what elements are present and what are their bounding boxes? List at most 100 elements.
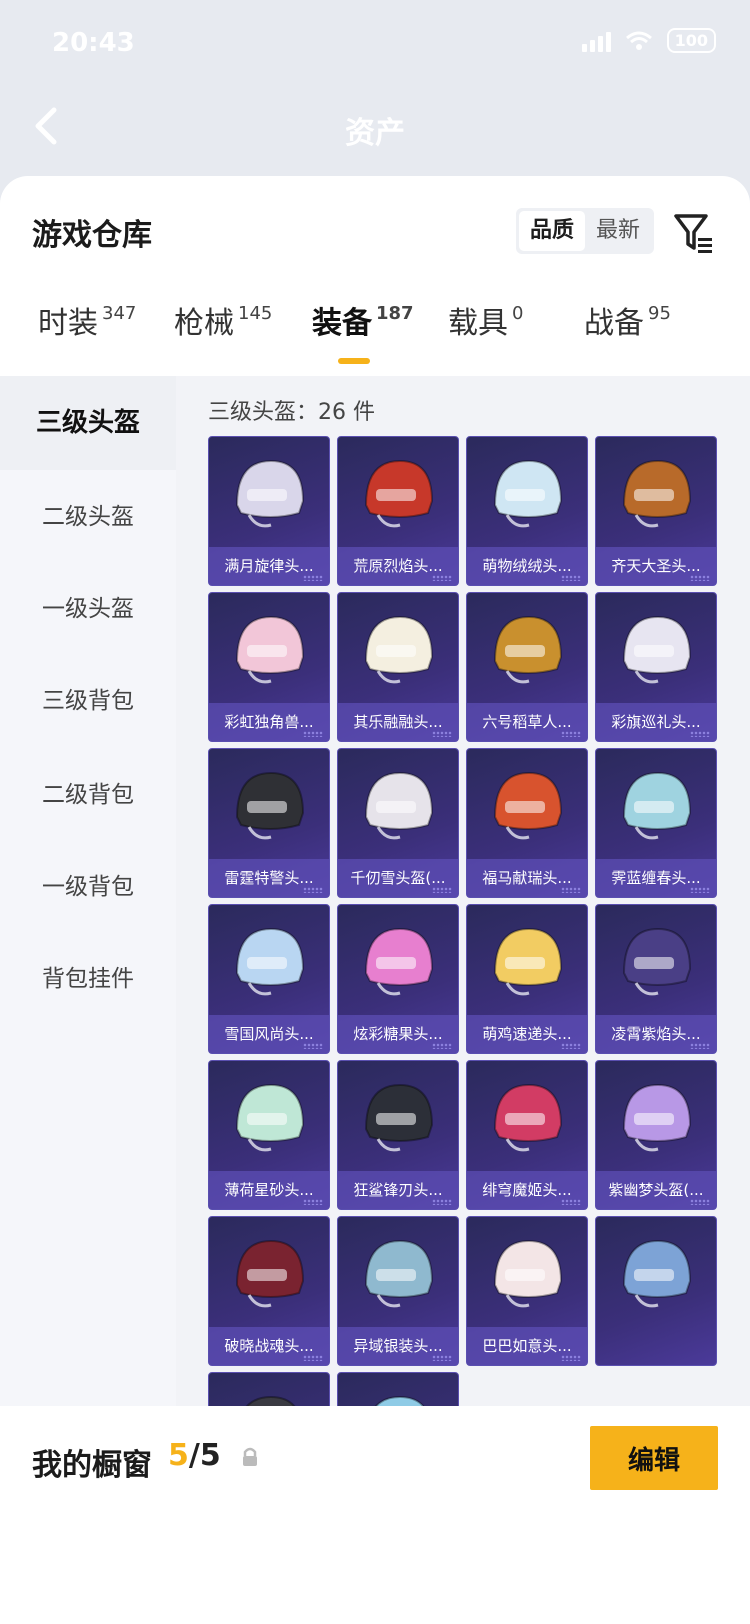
item-grid: 满月旋律头... 荒原烈焰头... 萌物绒绒头... 齐天大圣头... 彩虹独角兽...… — [208, 436, 718, 1426]
status-time: 20:43 — [52, 28, 135, 58]
card-decoration — [561, 575, 581, 581]
sort-toggle: 品质 最新 — [516, 208, 654, 254]
category-item-level3-backpack[interactable]: 三级背包 — [0, 654, 176, 748]
helmet-icon — [364, 1083, 434, 1152]
item-card[interactable]: 绯穹魔姬头... — [466, 1060, 588, 1210]
page-title: 资产 — [345, 116, 405, 151]
helmet-icon — [364, 1239, 434, 1308]
item-card[interactable]: 满月旋律头... — [208, 436, 330, 586]
showcase-total: /5 — [188, 1438, 221, 1473]
sort-option-newest[interactable]: 最新 — [585, 211, 651, 251]
helmet-icon — [493, 927, 563, 996]
item-card[interactable]: 破晓战魂头... — [208, 1216, 330, 1366]
helmet-icon — [622, 459, 692, 528]
helmet-icon — [622, 771, 692, 840]
item-card[interactable]: 彩虹独角兽... — [208, 592, 330, 742]
card-decoration — [432, 1043, 452, 1049]
tab-count: 95 — [648, 303, 671, 324]
filter-button[interactable] — [672, 210, 716, 254]
sort-option-quality[interactable]: 品质 — [519, 211, 585, 251]
card-decoration — [432, 1199, 452, 1205]
tab-active-indicator — [338, 358, 370, 364]
item-content: 三级头盔：26 件 满月旋律头... 荒原烈焰头... 萌物绒绒头... 齐天大圣头.… — [176, 376, 750, 1426]
category-item-level1-backpack[interactable]: 一级背包 — [0, 840, 176, 934]
category-item-level1-helmet[interactable]: 一级头盔 — [0, 562, 176, 656]
helmet-icon — [364, 771, 434, 840]
item-card[interactable]: 六号稻草人... — [466, 592, 588, 742]
category-list: 三级头盔 二级头盔 一级头盔 三级背包 二级背包 一级背包 背包挂件 — [0, 376, 176, 1426]
item-card[interactable]: 紫幽梦头盔(... — [595, 1060, 717, 1210]
helmet-icon — [622, 1239, 692, 1308]
category-item-level2-helmet[interactable]: 二级头盔 — [0, 470, 176, 564]
item-card[interactable]: 萌物绒绒头... — [466, 436, 588, 586]
item-card[interactable]: 福马献瑞头... — [466, 748, 588, 898]
helmet-icon — [622, 1083, 692, 1152]
tab-fashion[interactable]: 时装 347 — [38, 298, 136, 342]
card-decoration — [303, 575, 323, 581]
status-icons: 100 — [581, 28, 716, 53]
helmet-icon — [235, 615, 305, 684]
helmet-icon — [364, 459, 434, 528]
tab-vehicles[interactable]: 载具 0 — [448, 298, 523, 342]
filter-icon — [674, 214, 712, 253]
card-decoration — [432, 1355, 452, 1361]
card-decoration — [690, 1043, 710, 1049]
tab-count: 347 — [102, 303, 137, 324]
item-card[interactable]: 荒原烈焰头... — [337, 436, 459, 586]
category-item-level2-backpack[interactable]: 二级背包 — [0, 748, 176, 842]
tab-equipment[interactable]: 装备 187 — [312, 298, 414, 342]
card-decoration — [690, 731, 710, 737]
category-item-level3-helmet[interactable]: 三级头盔 — [0, 376, 176, 470]
tab-guns[interactable]: 枪械 145 — [174, 298, 272, 342]
card-decoration — [690, 1199, 710, 1205]
card-decoration — [303, 1355, 323, 1361]
tab-gear[interactable]: 战备 95 — [584, 298, 671, 342]
item-card[interactable]: 萌鸡速递头... — [466, 904, 588, 1054]
tab-label: 载具 — [448, 306, 508, 341]
card-decoration — [690, 887, 710, 893]
category-item-backpack-pendant[interactable]: 背包挂件 — [0, 932, 176, 1026]
item-card[interactable]: 薄荷星砂头... — [208, 1060, 330, 1210]
helmet-icon — [622, 615, 692, 684]
item-card[interactable]: 巴巴如意头... — [466, 1216, 588, 1366]
signal-icon — [581, 30, 611, 52]
item-card[interactable]: 炫彩糖果头... — [337, 904, 459, 1054]
card-decoration — [561, 1199, 581, 1205]
helmet-icon — [235, 1239, 305, 1308]
item-card[interactable]: 霁蓝缠春头... — [595, 748, 717, 898]
item-card[interactable]: 雷霆特警头... — [208, 748, 330, 898]
helmet-icon — [493, 1239, 563, 1308]
card-decoration — [561, 1043, 581, 1049]
helmet-icon — [493, 1083, 563, 1152]
item-card[interactable]: 异域银装头... — [337, 1216, 459, 1366]
card-decoration — [432, 731, 452, 737]
helmet-icon — [364, 927, 434, 996]
showcase-current: 5 — [168, 1438, 189, 1473]
item-card[interactable]: 其乐融融头... — [337, 592, 459, 742]
sheet-title: 游戏仓库 — [32, 218, 152, 253]
card-decoration — [561, 1355, 581, 1361]
item-count: 三级头盔：26 件 — [208, 400, 375, 425]
helmet-icon — [493, 615, 563, 684]
tab-count: 187 — [376, 303, 414, 324]
item-card[interactable]: 凌霄紫焰头... — [595, 904, 717, 1054]
item-card[interactable]: 狂鲨锋刃头... — [337, 1060, 459, 1210]
helmet-icon — [493, 459, 563, 528]
item-card[interactable]: 齐天大圣头... — [595, 436, 717, 586]
card-decoration — [303, 887, 323, 893]
item-card[interactable] — [595, 1216, 717, 1366]
edit-button[interactable]: 编辑 — [590, 1426, 718, 1490]
battery-icon: 100 — [666, 28, 716, 53]
lock-icon — [243, 1447, 257, 1466]
item-card[interactable]: 雪国风尚头... — [208, 904, 330, 1054]
wifi-icon — [625, 31, 652, 50]
tab-label: 战备 — [584, 306, 644, 341]
helmet-icon — [622, 927, 692, 996]
card-decoration — [303, 731, 323, 737]
item-card[interactable]: 千仞雪头盔(... — [337, 748, 459, 898]
card-decoration — [690, 575, 710, 581]
item-card[interactable]: 彩旗巡礼头... — [595, 592, 717, 742]
helmet-icon — [493, 771, 563, 840]
helmet-icon — [235, 927, 305, 996]
warehouse-sheet: 游戏仓库 品质 最新 时装 347 枪械 145 装备 187 载具 0 战备 95 三级… — [0, 176, 750, 1624]
